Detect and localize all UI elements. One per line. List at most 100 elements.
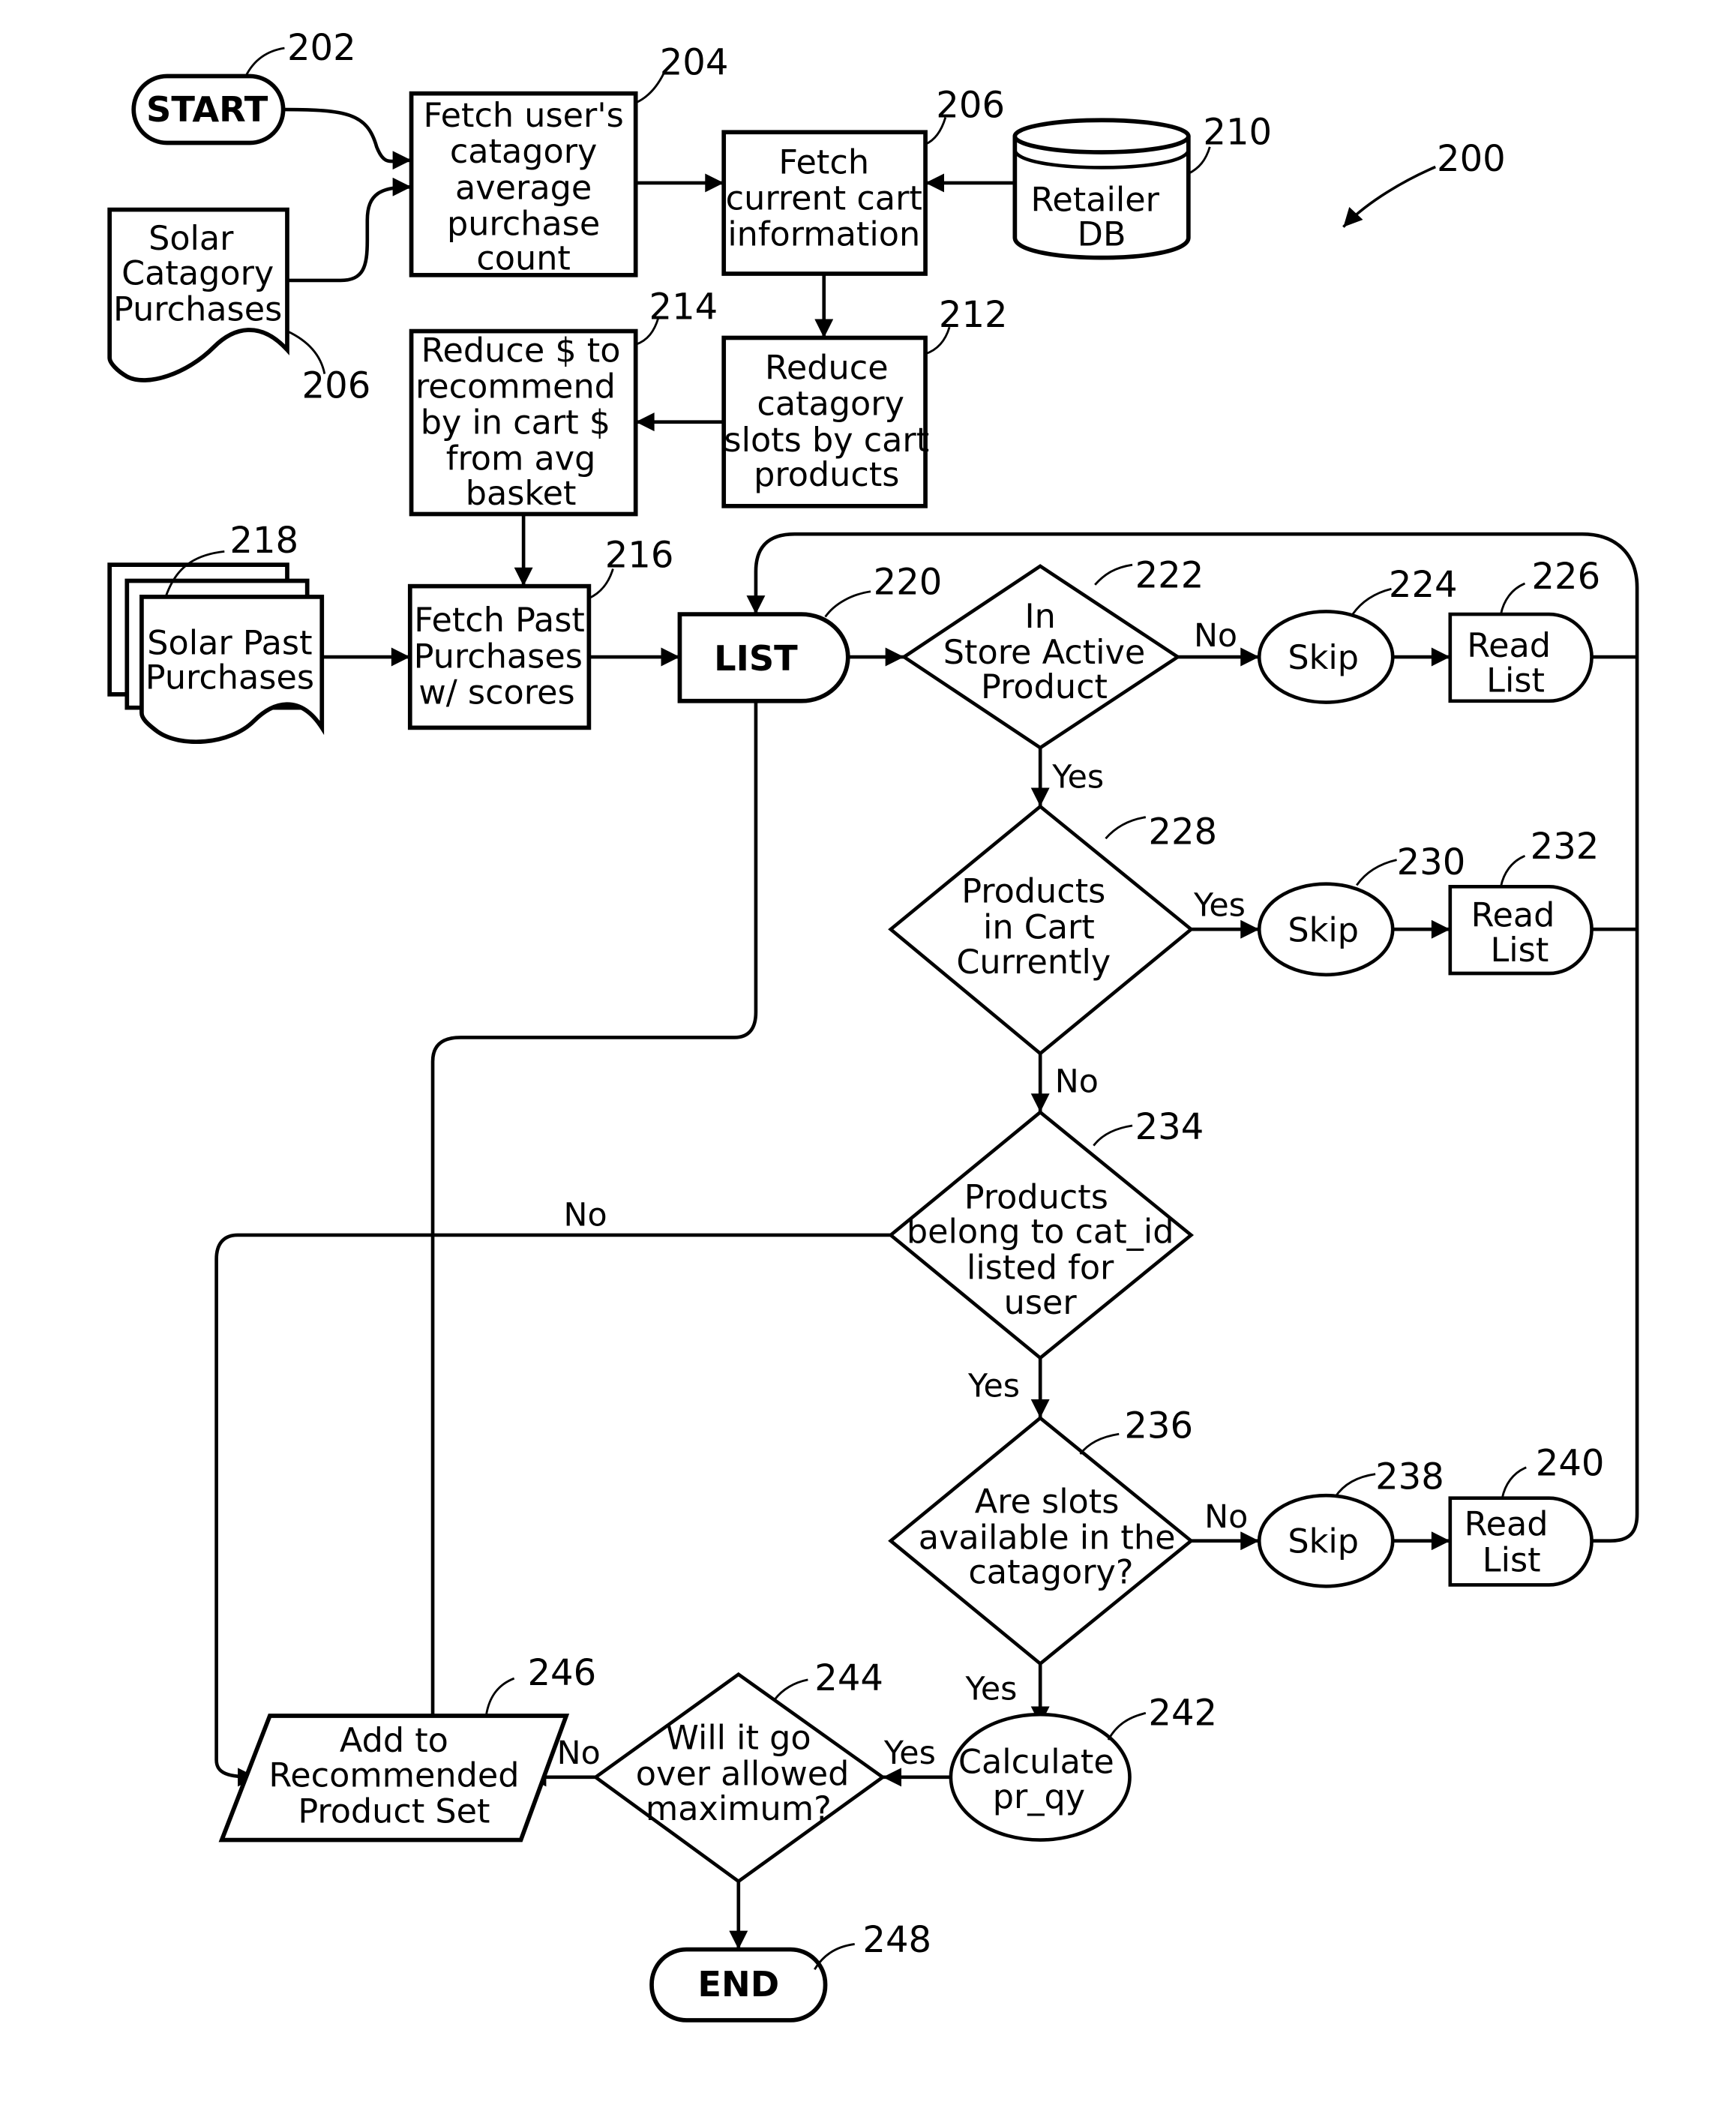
nodes-d-catid-lines-1: belong to cat_id: [907, 1213, 1174, 1252]
shape-outline: [1501, 1466, 1527, 1499]
nodes-d-active-ref: 222: [1135, 554, 1204, 596]
nodes-fetch-avg-ref: 204: [660, 42, 729, 84]
nodes-d-slots-lines-1: available in the: [919, 1519, 1176, 1557]
node-solar-past-purchases: Solar Past Purchases: [107, 562, 325, 744]
node-decision-slots: Are slots available in the catagory?: [888, 1415, 1195, 1666]
node-read-list-232: Read List: [1448, 884, 1594, 976]
nodes-reduce-slots-lines-1: catagory: [757, 385, 904, 424]
nodes-d-active-lines-1: Store Active: [943, 634, 1145, 672]
nodes-add-set-lines-1: Recommended: [268, 1756, 519, 1795]
nodes-d-max-lines-1: over allowed: [636, 1756, 850, 1794]
nodes-retailer-db-lines-0: Retailer: [1030, 181, 1159, 219]
shape-outline: [484, 1677, 515, 1717]
nodes-add-set-ref: 246: [527, 1652, 596, 1694]
node-fetch-past: Fetch Past Purchases w/ scores: [407, 583, 592, 730]
nodes-list-lines-0: LIST: [714, 638, 798, 679]
node-reduce-slots: Reduce catagory slots by cart products: [721, 335, 929, 508]
shape-outline: [1500, 582, 1526, 615]
shape-outline: [1500, 854, 1526, 887]
nodes-fetch-past-lines-2: w/ scores: [418, 673, 574, 712]
nodes-calc-ref: 242: [1148, 1692, 1217, 1734]
nodes-d-max-ref: 244: [814, 1657, 883, 1699]
shape-outline: [1356, 859, 1397, 886]
nodes-end-lines-0: END: [697, 1964, 779, 2005]
flowchart-200: START Fetch user's catagory average purc…: [107, 27, 1639, 2023]
nodes-read1-lines-0: Read: [1467, 627, 1551, 665]
nodes-solar-cat-ref: 206: [302, 365, 371, 407]
nodes-d-catid-lines-0: Products: [964, 1178, 1108, 1216]
start-label: START: [146, 89, 268, 130]
nodes-fetch-past-lines-0: Fetch Past: [414, 601, 585, 640]
shape-outline: [1334, 1473, 1376, 1498]
node-read-list-240: Read List: [1448, 1496, 1594, 1587]
nodes-d-active-lines-0: In: [1025, 598, 1056, 636]
nodes-read2-ref: 232: [1531, 826, 1600, 868]
shape-outline: [1105, 816, 1147, 840]
nodes-read1-ref: 226: [1531, 556, 1600, 598]
nodes-read3-ref: 240: [1536, 1442, 1605, 1484]
node-start: START: [131, 73, 286, 145]
nodes-fetch-cart-lines-2: information: [727, 216, 920, 254]
nodes-fetch-cart-lines-0: Fetch: [778, 143, 869, 181]
nodes-skip3-ref: 238: [1375, 1456, 1444, 1498]
nodes-d-max-lines-2: maximum?: [646, 1790, 832, 1828]
node-retailer-db: Retailer DB: [1012, 118, 1191, 260]
node-skip-238: Skip: [1257, 1493, 1395, 1588]
label-catid-no: No: [564, 1197, 607, 1234]
nodes-fetch-avg-lines-0: Fetch user's: [423, 97, 623, 135]
nodes-d-catid-lines-2: listed for: [967, 1249, 1114, 1288]
shape-outline: [824, 590, 871, 618]
nodes-d-incart-lines-1: in Cart: [983, 909, 1095, 947]
shape-outline: [773, 1678, 808, 1701]
nodes-solar-cat-lines-2: Purchases: [113, 290, 282, 328]
reference-numerals: 202 204 206 206 210 212 214 218 216 220 …: [164, 27, 1605, 1970]
nodes-fetch-avg-lines-2: average: [455, 169, 592, 207]
node-skip-224: Skip: [1257, 610, 1395, 704]
nodes-d-incart-lines-2: Currently: [956, 943, 1111, 982]
nodes-d-incart-ref: 228: [1148, 811, 1217, 853]
node-read-list-226: Read List: [1448, 612, 1594, 703]
nodes-start-ref: 202: [287, 27, 356, 69]
nodes-reduce-dollars-lines-0: Reduce $ to: [421, 332, 621, 370]
shape-outline: [1107, 1712, 1147, 1741]
nodes-reduce-dollars-ref: 214: [649, 286, 718, 328]
node-end: END: [649, 1947, 828, 2023]
label-slots-no: No: [1204, 1498, 1248, 1536]
nodes-reduce-dollars-lines-1: recommend: [415, 368, 616, 406]
nodes-solar-cat-lines-0: Solar: [148, 220, 234, 258]
nodes-solar-past-lines-1: Purchases: [145, 659, 314, 697]
nodes-reduce-dollars-lines-4: basket: [466, 475, 577, 513]
node-skip-230: Skip: [1257, 882, 1395, 977]
nodes-d-active-lines-2: Product: [981, 668, 1108, 706]
nodes-read2-lines-1: List: [1490, 931, 1549, 970]
shape-outline: [1093, 1124, 1133, 1147]
nodes-d-catid-ref: 234: [1135, 1106, 1204, 1148]
nodes-skip1-lines-0: Skip: [1288, 639, 1359, 677]
nodes-fetch-cart-lines-1: current cart: [726, 180, 922, 218]
nodes-read3-lines-1: List: [1483, 1542, 1541, 1580]
node-add-to-set: Add to Recommended Product Set: [218, 1714, 570, 1843]
edge-catid-no-to-addset: [214, 1233, 891, 1787]
nodes-fetch-past-ref: 216: [605, 535, 674, 577]
nodes-calc-lines-0: Calculate: [958, 1744, 1114, 1782]
nodes-d-slots-lines-0: Are slots: [975, 1483, 1120, 1521]
nodes-read3-lines-0: Read: [1465, 1506, 1549, 1544]
label-calc-yes: Yes: [883, 1735, 936, 1772]
edge-solarcat-to-fetch-avg: [286, 177, 412, 283]
label-slots-yes: Yes: [964, 1671, 1017, 1708]
nodes-reduce-slots-lines-3: products: [754, 456, 899, 494]
nodes-fetch-past-lines-1: Purchases: [414, 637, 583, 676]
nodes-solar-past-ref: 218: [229, 520, 298, 562]
nodes-reduce-slots-lines-0: Reduce: [765, 349, 889, 388]
nodes-solar-cat-lines-1: Catagory: [121, 254, 274, 292]
label-active-yes: Yes: [1051, 759, 1104, 796]
edge-labels: No Yes Yes No No Yes No Yes Yes No: [557, 617, 1249, 1772]
nodes-skip2-lines-0: Skip: [1288, 911, 1359, 949]
nodes-d-catid-lines-3: user: [1004, 1284, 1078, 1322]
nodes-read2-lines-0: Read: [1471, 897, 1555, 935]
nodes-add-set-lines-0: Add to: [340, 1722, 448, 1760]
nodes-skip3-lines-0: Skip: [1288, 1523, 1359, 1561]
shape-outline: [1012, 118, 1191, 154]
nodes-end-ref: 248: [862, 1919, 931, 1961]
nodes-d-incart-lines-0: Products: [961, 873, 1105, 911]
